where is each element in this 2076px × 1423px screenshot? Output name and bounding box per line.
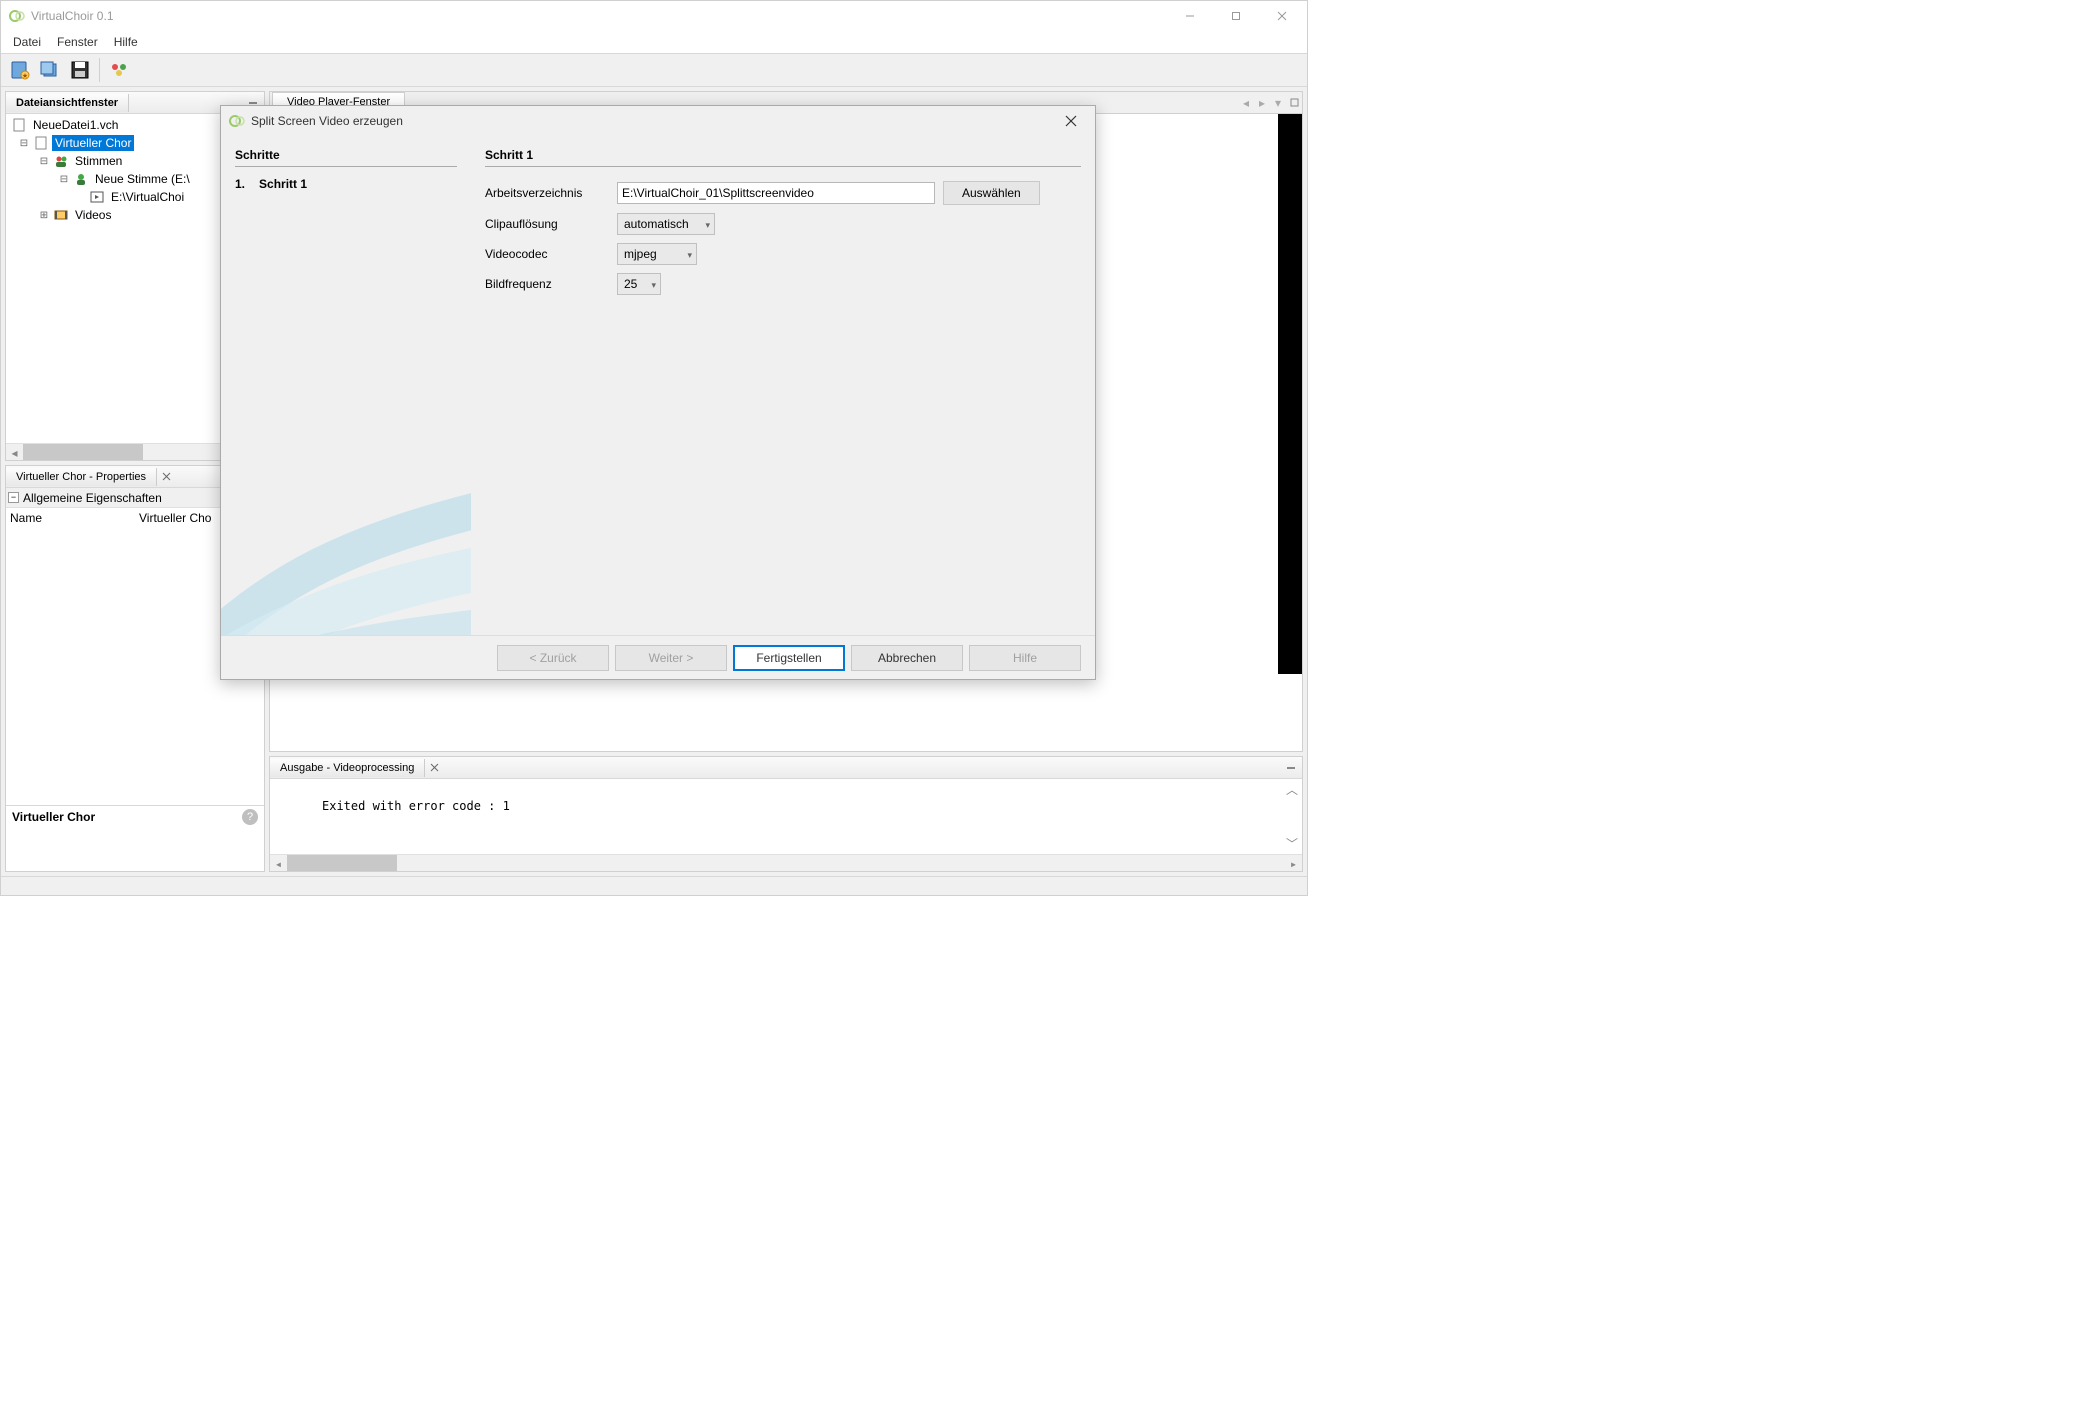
property-key: Name — [6, 511, 135, 525]
video-black-area — [1278, 114, 1302, 674]
codec-value: mjpeg — [624, 247, 657, 261]
back-button[interactable]: < Zurück — [497, 645, 609, 671]
tree-toggle[interactable]: ⊟ — [18, 138, 30, 149]
step-number: 1. — [235, 177, 245, 191]
tree-root[interactable]: NeueDatei1.vch — [30, 117, 121, 133]
menu-file[interactable]: Datei — [5, 33, 49, 51]
chevron-down-icon: ▾ — [651, 280, 656, 291]
dialog-icon — [229, 113, 245, 129]
tree-toggle[interactable]: ⊟ — [38, 156, 50, 167]
scroll-down-icon[interactable]: ﹀ — [1284, 835, 1300, 851]
tree-toggle[interactable]: ⊞ — [38, 210, 50, 221]
new-file-button[interactable]: ★ — [7, 57, 33, 83]
maximize-button[interactable] — [1213, 1, 1259, 31]
properties-close-icon[interactable] — [157, 468, 175, 486]
choose-button[interactable]: Auswählen — [943, 181, 1040, 205]
save-button[interactable] — [67, 57, 93, 83]
output-tab[interactable]: Ausgabe - Videoprocessing — [270, 759, 425, 777]
output-panel: Ausgabe - Videoprocessing ︿ Exited with … — [269, 756, 1303, 872]
person-icon — [73, 171, 89, 187]
open-file-button[interactable] — [37, 57, 63, 83]
menu-help[interactable]: Hilfe — [106, 33, 146, 51]
file-icon — [33, 135, 49, 151]
step-label: Schritt 1 — [259, 177, 307, 191]
chevron-down-icon: ▾ — [687, 250, 692, 261]
close-button[interactable] — [1259, 1, 1305, 31]
step-1[interactable]: 1. Schritt 1 — [235, 177, 457, 191]
app-icon — [9, 8, 25, 24]
help-button[interactable]: Hilfe — [969, 645, 1081, 671]
workdir-input[interactable] — [617, 182, 935, 204]
fps-value: 25 — [624, 277, 637, 291]
statusbar — [1, 876, 1307, 895]
split-screen-dialog: Split Screen Video erzeugen Schritte 1.S… — [220, 105, 1096, 680]
help-icon[interactable]: ? — [242, 809, 258, 825]
dialog-close-button[interactable] — [1055, 109, 1087, 133]
tab-next-icon[interactable]: ▸ — [1254, 92, 1270, 113]
choir-button[interactable] — [106, 57, 132, 83]
finish-button[interactable]: Fertigstellen — [733, 645, 845, 671]
menu-window[interactable]: Fenster — [49, 33, 106, 51]
dialog-wrapper: Split Screen Video erzeugen Schritte 1.S… — [220, 105, 1096, 680]
resolution-label: Clipauflösung — [485, 217, 617, 231]
titlebar: VirtualChoir 0.1 — [1, 1, 1307, 31]
tree-chor[interactable]: Virtueller Chor — [52, 135, 134, 151]
people-icon — [53, 153, 69, 169]
section-label: Allgemeine Eigenschaften — [23, 491, 162, 505]
window-title: VirtualChoir 0.1 — [31, 9, 1167, 23]
workdir-label: Arbeitsverzeichnis — [485, 186, 617, 200]
dialog-buttons: < Zurück Weiter > Fertigstellen Abbreche… — [221, 635, 1095, 679]
property-category: Virtueller Chor — [6, 806, 264, 828]
tab-menu-icon[interactable]: ▾ — [1270, 92, 1286, 113]
tab-maximize-icon[interactable] — [1286, 92, 1302, 113]
svg-text:★: ★ — [22, 72, 28, 80]
dialog-title: Split Screen Video erzeugen — [251, 114, 1055, 128]
codec-select[interactable]: mjpeg ▾ — [617, 243, 697, 265]
tree-toggle[interactable]: ⊟ — [58, 174, 70, 185]
menubar: Datei Fenster Hilfe — [1, 31, 1307, 53]
tab-prev-icon[interactable]: ◂ — [1238, 92, 1254, 113]
step-header: Schritt 1 — [485, 148, 1081, 167]
next-button[interactable]: Weiter > — [615, 645, 727, 671]
output-hscroll[interactable]: ◂▸ — [270, 854, 1302, 871]
resolution-value: automatisch — [624, 217, 689, 231]
toolbar-separator — [99, 58, 100, 82]
scroll-up-icon[interactable]: ︿ — [1284, 781, 1300, 797]
panel-minimize-icon[interactable] — [1282, 759, 1300, 777]
watermark-icon — [221, 435, 471, 635]
tree-videos[interactable]: Videos — [72, 207, 114, 223]
tree-neue-stimme[interactable]: Neue Stimme (E:\ — [92, 171, 193, 187]
video-icon — [89, 189, 105, 205]
toolbar: ★ — [1, 53, 1307, 87]
dialog-form: Schritt 1 Arbeitsverzeichnis Auswählen C… — [471, 136, 1095, 635]
cancel-button[interactable]: Abbrechen — [851, 645, 963, 671]
dialog-steps-sidebar: Schritte 1. Schritt 1 — [221, 136, 471, 635]
main-window: VirtualChoir 0.1 Datei Fenster Hilfe ★ D… — [0, 0, 1308, 896]
fps-label: Bildfrequenz — [485, 277, 617, 291]
chevron-down-icon: ▾ — [705, 220, 710, 231]
fps-select[interactable]: 25 ▾ — [617, 273, 661, 295]
properties-tab[interactable]: Virtueller Chor - Properties — [6, 468, 157, 486]
resolution-select[interactable]: automatisch ▾ — [617, 213, 715, 235]
tree-stimmen[interactable]: Stimmen — [72, 153, 125, 169]
film-icon — [53, 207, 69, 223]
codec-label: Videocodec — [485, 247, 617, 261]
output-close-icon[interactable] — [425, 759, 443, 777]
output-text: Exited with error code : 1 — [282, 799, 1290, 813]
minimize-button[interactable] — [1167, 1, 1213, 31]
tree-stimme-path[interactable]: E:\VirtualChoi — [108, 189, 187, 205]
file-icon — [11, 117, 27, 133]
steps-header: Schritte — [235, 148, 457, 167]
fileview-tab[interactable]: Dateiansichtfenster — [6, 94, 129, 112]
